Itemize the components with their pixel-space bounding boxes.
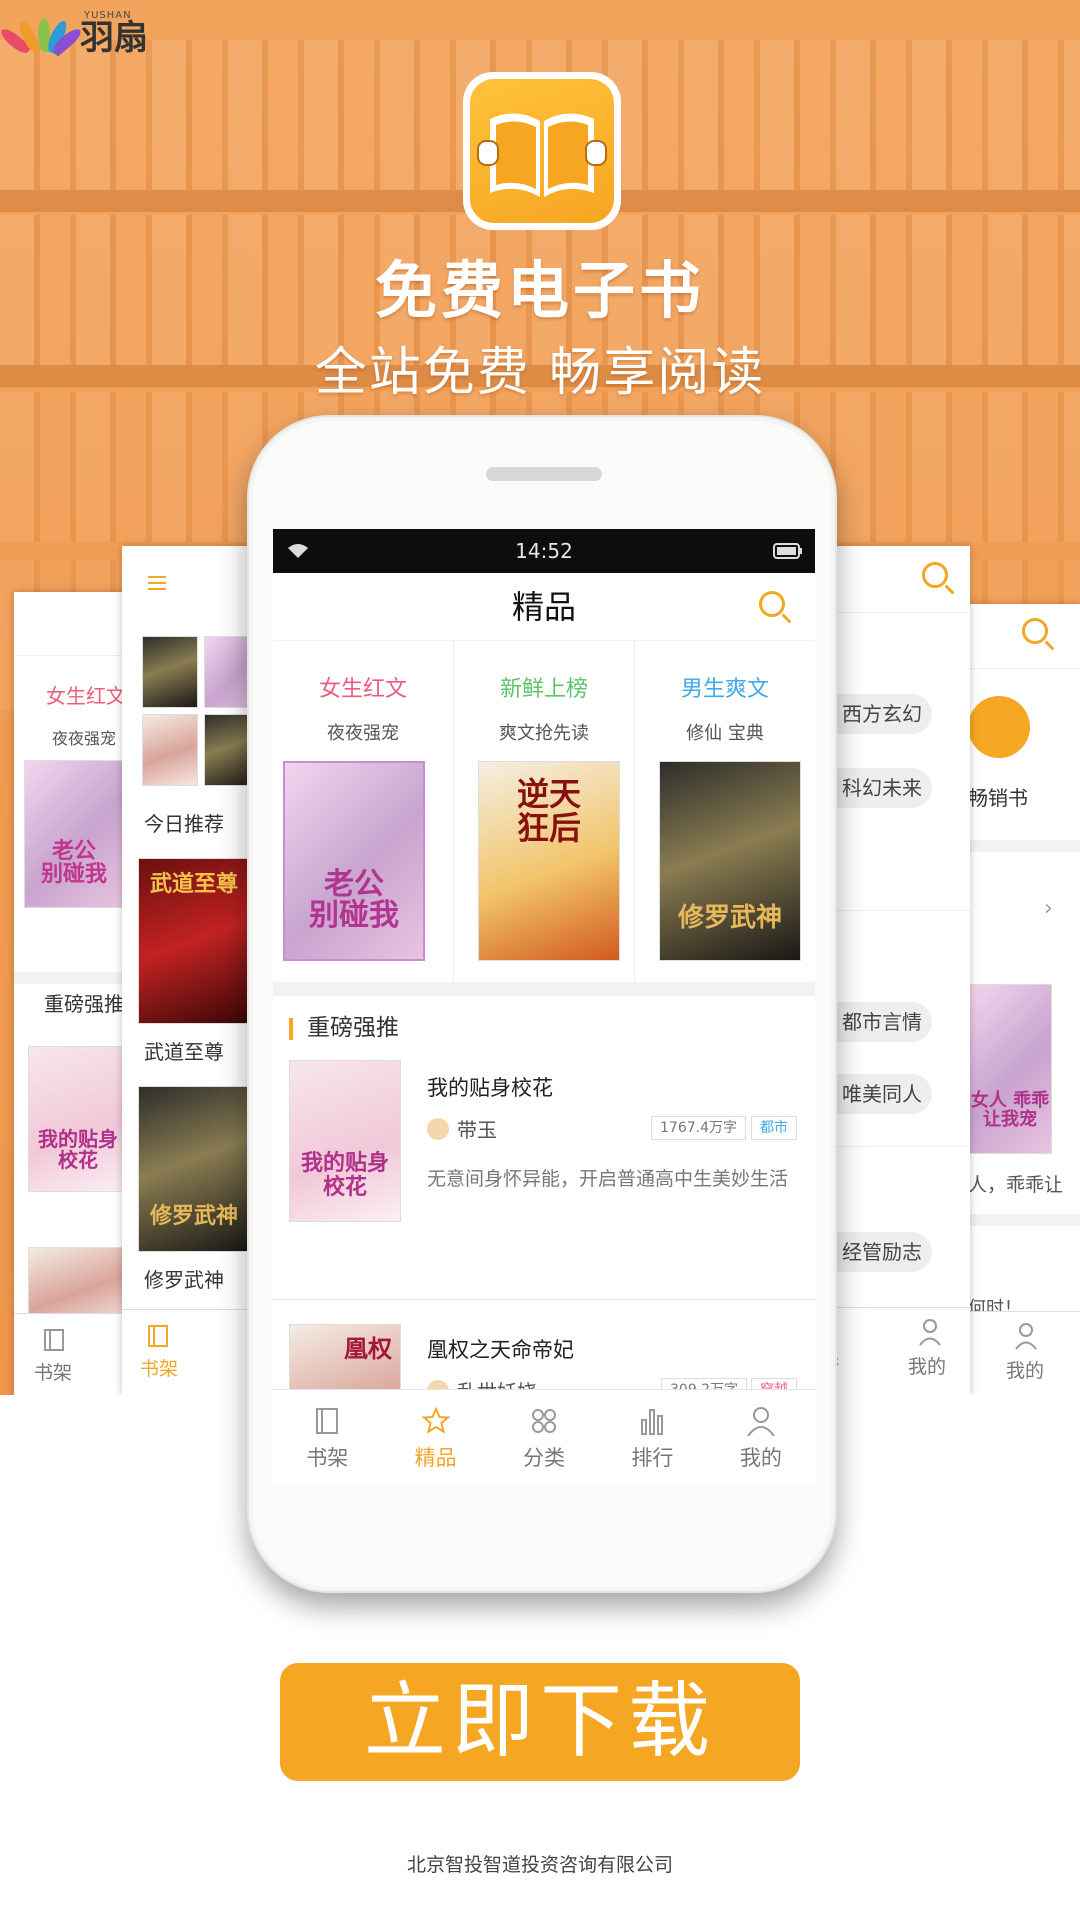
bookshelf-icon: [44, 1329, 64, 1351]
tab-bar: 书架 精品 分类 排行 我的: [273, 1389, 815, 1483]
book-cover: 武道至尊: [138, 858, 250, 1024]
bookshelf-icon: [316, 1408, 339, 1434]
list-item[interactable]: 我的贴身 校花 我的贴身校花 带玉 1767.4万字 都市 无意间身怀异能，开启…: [273, 1060, 815, 1300]
download-button[interactable]: 立即下载: [280, 1663, 800, 1781]
phone-screen: 14:52 精品 女生红文 夜夜强宠 老公 别碰我 新鲜上榜 爽文抢先读 逆天 …: [273, 529, 815, 1483]
book-cover: [204, 636, 252, 708]
genre-badge: 都市: [751, 1116, 797, 1140]
status-bar: 14:52: [273, 529, 815, 573]
book-cover: 女人 乖乖让我宠: [968, 984, 1052, 1154]
brand-logo: YUSHAN 羽扇: [0, 10, 148, 58]
screen-header: 精品: [273, 573, 815, 641]
book-cover: [204, 714, 252, 786]
preview-card-left-far: 女生红文 夜夜强宠 老公 别碰我 重磅强推 我的贴身 校花 书架: [14, 592, 134, 1395]
grid-icon: [532, 1409, 557, 1433]
phone-mockup: 14:52 精品 女生红文 夜夜强宠 老公 别碰我 新鲜上榜 爽文抢先读 逆天 …: [247, 415, 837, 1593]
headline: 免费电子书: [374, 254, 705, 327]
open-book-icon: [477, 113, 607, 197]
book-cover: [142, 636, 198, 708]
tab-featured[interactable]: 精品: [381, 1390, 489, 1483]
word-count-badge: 1767.4万字: [651, 1116, 746, 1140]
column-subtitle: 夜夜强宠: [327, 723, 399, 744]
phone-speaker: [486, 467, 602, 481]
tab-category[interactable]: 分类: [490, 1390, 598, 1483]
tab-bookshelf[interactable]: 书架: [273, 1390, 381, 1483]
column-title: 女生红文: [46, 684, 126, 708]
chevron-right-icon[interactable]: ›: [1044, 896, 1053, 921]
description-snippet: 人，乖乖让: [968, 1174, 1064, 1196]
preview-card-left: 今日推荐 武道至尊 武道至尊 修罗武神 修罗武神 书架: [122, 546, 252, 1395]
list-item[interactable]: 武道至尊: [144, 1036, 224, 1065]
subheadline: 全站免费 畅享阅读: [314, 343, 766, 403]
tab-bookshelf[interactable]: 书架: [34, 1358, 72, 1385]
list-item[interactable]: 修罗武神: [144, 1264, 224, 1293]
tab-mine[interactable]: 我的: [707, 1390, 815, 1483]
featured-column[interactable]: 女生红文 夜夜强宠 老公 别碰我: [273, 641, 454, 982]
book-author: 带玉: [427, 1114, 497, 1143]
preview-card-right-far: 畅销书 › 女人 乖乖让我宠 人，乖乖让 何时！ 我的: [968, 604, 1080, 1395]
person-icon: [747, 1407, 775, 1436]
brand-name-cn: 羽扇: [80, 18, 148, 58]
search-icon[interactable]: [1022, 618, 1048, 644]
featured-columns: 女生红文 夜夜强宠 老公 别碰我 新鲜上榜 爽文抢先读 逆天 狂后 男生爽文 修…: [273, 641, 815, 996]
book-cover[interactable]: 逆天 狂后: [478, 761, 620, 961]
book-description: 无意间身怀异能，开启普通高中生美妙生活: [427, 1168, 789, 1190]
tag-icon: [968, 696, 1030, 758]
tab-bookshelf[interactable]: 书架: [140, 1354, 178, 1381]
wifi-icon: [288, 544, 308, 558]
company-name: 北京智投智道投资咨询有限公司: [406, 1854, 673, 1876]
section-title: 重磅强推: [273, 996, 815, 1060]
book-cover[interactable]: 老公 别碰我: [283, 761, 425, 961]
tab-mine[interactable]: 我的: [908, 1352, 946, 1379]
author-avatar-icon: [427, 1117, 449, 1140]
preview-card-right: 西方玄幻 科幻未来 都市言情 唯美同人 经管励志 行 我的: [820, 546, 970, 1395]
category-label: 畅销书: [968, 786, 1028, 810]
tab-bar: 我的: [968, 1311, 1080, 1395]
book-cover: [142, 714, 198, 786]
tab-bar: 书架: [122, 1309, 252, 1395]
person-icon: [919, 1319, 941, 1346]
column-subtitle: 修仙 宝典: [686, 723, 764, 744]
book-title[interactable]: 我的贴身校花: [427, 1072, 553, 1102]
tab-bar: 行 我的: [820, 1307, 970, 1395]
fan-logo-icon: [0, 10, 84, 57]
book-cover: 我的贴身 校花: [28, 1046, 128, 1192]
list-item[interactable]: 今日推荐: [144, 808, 224, 837]
bookshelf-icon: [148, 1325, 168, 1347]
column-title: 女生红文: [318, 677, 407, 702]
battery-icon: [773, 543, 802, 559]
featured-column[interactable]: 新鲜上榜 爽文抢先读 逆天 狂后: [454, 641, 635, 982]
status-time: 14:52: [515, 539, 573, 563]
book-title[interactable]: 凰权之天命帝妃: [427, 1334, 574, 1364]
search-icon[interactable]: [759, 591, 785, 617]
column-title: 新鲜上榜: [499, 677, 588, 702]
app-icon: [463, 72, 621, 230]
star-icon: [421, 1406, 451, 1434]
menu-icon[interactable]: [148, 576, 166, 590]
person-icon: [1015, 1323, 1037, 1350]
page-title: 精品: [511, 588, 576, 626]
bar-chart-icon: [641, 1409, 664, 1435]
search-icon[interactable]: [922, 562, 948, 588]
book-cover[interactable]: 修罗武神: [659, 761, 801, 961]
section-title: 重磅强推: [44, 992, 124, 1016]
column-subtitle: 爽文抢先读: [499, 723, 589, 744]
book-cover[interactable]: 我的贴身 校花: [289, 1060, 401, 1222]
column-title: 男生爽文: [680, 677, 769, 702]
book-cover: 修罗武神: [138, 1086, 250, 1252]
book-cover: 老公 别碰我: [24, 760, 124, 908]
featured-column[interactable]: 男生爽文 修仙 宝典 修罗武神: [635, 641, 815, 982]
tab-bar: 书架: [14, 1313, 134, 1395]
tab-ranking[interactable]: 排行: [598, 1390, 706, 1483]
tab-mine[interactable]: 我的: [1006, 1356, 1044, 1383]
